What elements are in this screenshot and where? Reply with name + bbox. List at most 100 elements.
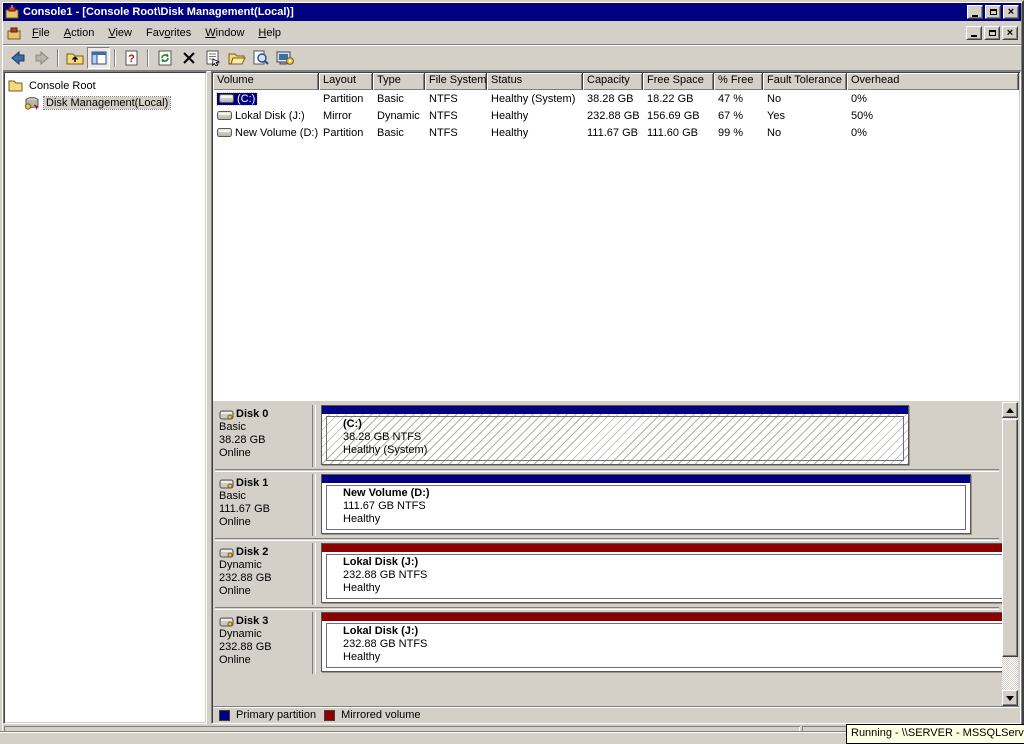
disk-icon (219, 479, 234, 488)
scroll-up-icon (1006, 407, 1014, 413)
restore-icon (989, 9, 997, 15)
cell-free-space: 111.60 GB (647, 126, 698, 139)
volume-row-d[interactable]: New Volume (D:) Partition Basic NTFS Hea… (213, 124, 1019, 141)
forward-button[interactable] (30, 47, 53, 69)
tree-item-label: Disk Management(Local) (42, 95, 172, 110)
disk-3-caption[interactable]: Disk 3 Dynamic 232.88 GB Online (215, 612, 311, 674)
volume-name: Lokal Disk (J:) (343, 625, 419, 637)
mmc-window: Console1 - [Console Root\Disk Management… (0, 0, 1024, 744)
disk-view-scrollbar[interactable] (1002, 402, 1018, 706)
selected-volume-label[interactable]: (C:) (215, 91, 259, 106)
cell-status: Healthy (491, 126, 529, 139)
volume-icon (219, 94, 234, 103)
delete-icon (182, 51, 195, 64)
title-bar[interactable]: Console1 - [Console Root\Disk Management… (3, 3, 1021, 21)
disk-3-strip: Disk 3 Dynamic 232.88 GB Online Lokal Di… (215, 612, 1011, 674)
tree-item-disk-management[interactable]: Disk Management(Local) (24, 94, 202, 111)
column-header-overhead[interactable]: Overhead (847, 73, 1019, 90)
disk-2-caption[interactable]: Disk 2 Dynamic 232.88 GB Online (215, 543, 311, 605)
volume-size: 232.88 GB NTFS (343, 638, 428, 650)
scroll-up-button[interactable] (1002, 402, 1018, 418)
cell-type: Dynamic (377, 109, 420, 122)
scroll-down-icon (1006, 695, 1014, 701)
disk-1-strip: Disk 1 Basic 111.67 GB Online New Volume… (215, 474, 999, 536)
toolbar-separator (57, 48, 59, 67)
menu-file[interactable]: File (25, 24, 57, 42)
column-header-layout[interactable]: Layout (319, 73, 373, 90)
child-minimize-button[interactable] (966, 25, 982, 40)
refresh-button[interactable] (153, 47, 176, 69)
menu-favorites[interactable]: Favorites (139, 24, 198, 42)
cell-overhead: 50% (851, 109, 874, 122)
volume-bar-d[interactable]: New Volume (D:) 111.67 GB NTFS Healthy (321, 474, 971, 534)
volume-row-c[interactable]: (C:) Partition Basic NTFS Healthy (Syste… (213, 90, 1019, 107)
details-pane: Volume Layout Type File System Status Ca… (211, 71, 1021, 724)
volume-bar-j-mirror-2[interactable]: Lokal Disk (J:) 232.88 GB NTFS Healthy (321, 612, 1011, 672)
cell-free-space: 18.22 GB (647, 92, 694, 105)
legend-label: Mirrored volume (341, 709, 421, 721)
disk-icon (219, 410, 234, 419)
help-button[interactable]: ? (120, 47, 143, 69)
volume-box[interactable]: Lokal Disk (J:) 232.88 GB NTFS Healthy (326, 623, 1006, 668)
window-title: Console1 - [Console Root\Disk Management… (23, 6, 294, 18)
column-header-free-space[interactable]: Free Space (643, 73, 714, 90)
menu-help[interactable]: Help (251, 24, 288, 42)
delete-button[interactable] (177, 47, 200, 69)
volume-box[interactable]: Lokal Disk (J:) 232.88 GB NTFS Healthy (326, 554, 1006, 599)
minimize-button[interactable] (967, 5, 983, 19)
column-header-file-system[interactable]: File System (425, 73, 487, 90)
menu-window[interactable]: Window (198, 24, 251, 42)
properties-button[interactable] (201, 47, 224, 69)
volume-health: Healthy (System) (343, 444, 428, 456)
legend-mirrored-volume: Mirrored volume (324, 709, 421, 721)
properties-icon (206, 50, 220, 66)
cell-file-system: NTFS (429, 109, 458, 122)
disk-1-caption[interactable]: Disk 1 Basic 111.67 GB Online (215, 474, 311, 536)
disk-status: Online (219, 447, 251, 459)
cell-status: Healthy (System) (491, 92, 576, 105)
legend-bar: Primary partition Mirrored volume (213, 706, 1019, 722)
cell-fault-tolerance: No (767, 92, 782, 105)
scroll-down-button[interactable] (1002, 690, 1018, 706)
disk-0-caption[interactable]: Disk 0 Basic 38.28 GB Online (215, 405, 311, 467)
back-button[interactable] (6, 47, 29, 69)
disk-status: Online (219, 585, 251, 597)
disk-size: 38.28 GB (219, 434, 266, 446)
menu-action[interactable]: Action (57, 24, 102, 42)
open-folder-button[interactable] (225, 47, 248, 69)
tree-item-console-root[interactable]: Console Root (8, 77, 202, 94)
manage-computer-button[interactable] (273, 47, 296, 69)
disk-size: 232.88 GB (219, 641, 272, 653)
cell-fault-tolerance: Yes (767, 109, 785, 122)
volume-row-j[interactable]: Lokal Disk (J:) Mirror Dynamic NTFS Heal… (213, 107, 1019, 124)
up-one-level-button[interactable] (63, 47, 86, 69)
legend-primary-partition: Primary partition (219, 709, 316, 721)
cell-free-space: 156.69 GB (647, 109, 700, 122)
cell-pct-free: 47 % (718, 92, 744, 105)
scrollbar-thumb[interactable] (1002, 419, 1018, 657)
column-header-status[interactable]: Status (487, 73, 583, 90)
menu-view[interactable]: View (101, 24, 139, 42)
svg-text:?: ? (128, 53, 135, 65)
child-restore-button[interactable] (984, 25, 1000, 40)
volume-bar-j-mirror-1[interactable]: Lokal Disk (J:) 232.88 GB NTFS Healthy (321, 543, 1011, 603)
column-header-type[interactable]: Type (373, 73, 425, 90)
volume-box[interactable]: New Volume (D:) 111.67 GB NTFS Healthy (326, 485, 966, 530)
magnifier-icon (253, 50, 269, 65)
find-button[interactable] (249, 47, 272, 69)
volume-label: Lokal Disk (J:) (235, 109, 305, 122)
volume-box[interactable]: (C:) 38.28 GB NTFS Healthy (System) (326, 416, 904, 461)
show-hide-console-tree-button[interactable] (87, 46, 110, 69)
back-icon (10, 50, 24, 65)
child-window-icon[interactable] (7, 26, 21, 40)
child-close-button[interactable]: × (1002, 25, 1018, 40)
column-header-fault-tolerance[interactable]: Fault Tolerance (763, 73, 847, 90)
volume-bar-c[interactable]: (C:) 38.28 GB NTFS Healthy (System) (321, 405, 909, 465)
close-button[interactable]: × (1003, 5, 1019, 19)
volume-size: 38.28 GB NTFS (343, 431, 422, 443)
column-header-capacity[interactable]: Capacity (583, 73, 643, 90)
column-header-pct-free[interactable]: % Free (714, 73, 763, 90)
restore-button[interactable] (985, 5, 1001, 19)
disk-icon (219, 548, 234, 557)
column-header-volume[interactable]: Volume (213, 73, 319, 90)
